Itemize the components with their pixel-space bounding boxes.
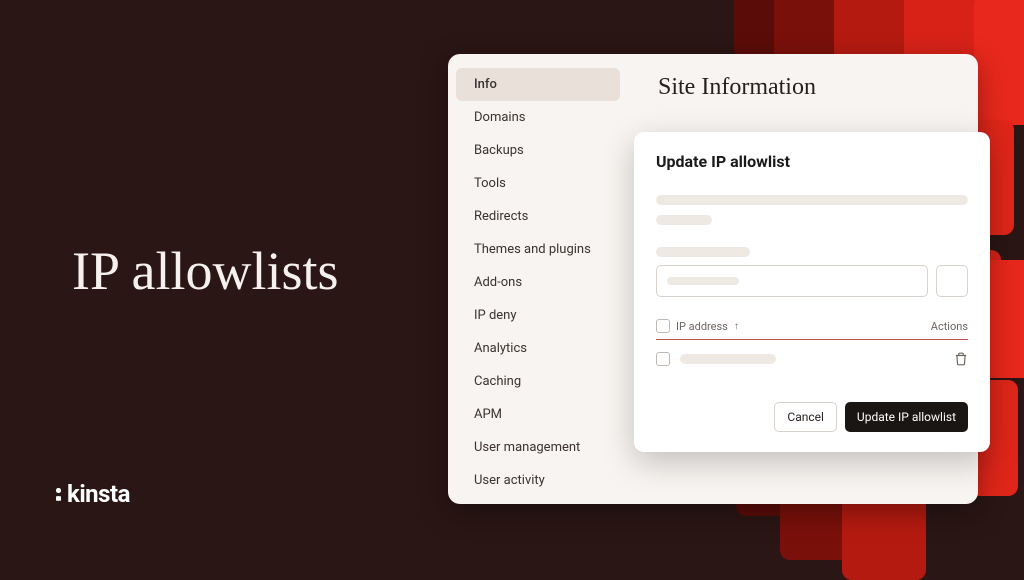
sidebar-item-ip-deny[interactable]: IP deny: [456, 299, 620, 332]
cancel-button[interactable]: Cancel: [774, 402, 837, 432]
sidebar-item-user-activity[interactable]: User activity: [456, 464, 620, 497]
sidebar-item-themes-plugins[interactable]: Themes and plugins: [456, 233, 620, 266]
table-header: IP address ↑ Actions: [656, 313, 968, 340]
sidebar-item-apm[interactable]: APM: [456, 398, 620, 431]
skeleton-line: [656, 195, 968, 205]
sidebar-item-add-ons[interactable]: Add-ons: [456, 266, 620, 299]
skeleton-label: [656, 247, 750, 257]
column-actions-header: Actions: [918, 320, 968, 333]
page-headline: IP allowlists: [72, 240, 339, 302]
sort-ascending-icon[interactable]: ↑: [734, 321, 739, 332]
table-row: [656, 340, 968, 378]
add-ip-button[interactable]: [936, 265, 968, 297]
select-all-checkbox[interactable]: [656, 319, 670, 333]
sidebar: Info Domains Backups Tools Redirects The…: [448, 54, 628, 504]
skeleton-placeholder: [667, 277, 739, 285]
sidebar-item-domains[interactable]: Domains: [456, 101, 620, 134]
page-title: Site Information: [658, 74, 816, 101]
column-ip-header[interactable]: IP address: [676, 320, 728, 333]
update-ip-allowlist-button[interactable]: Update IP allowlist: [845, 402, 968, 432]
sidebar-item-caching[interactable]: Caching: [456, 365, 620, 398]
sidebar-item-backups[interactable]: Backups: [456, 134, 620, 167]
sidebar-item-tools[interactable]: Tools: [456, 167, 620, 200]
delete-icon[interactable]: [954, 352, 968, 366]
sidebar-item-analytics[interactable]: Analytics: [456, 332, 620, 365]
skeleton-ip-value: [680, 354, 776, 364]
sidebar-item-redirects[interactable]: Redirects: [456, 200, 620, 233]
sidebar-item-user-management[interactable]: User management: [456, 431, 620, 464]
update-ip-allowlist-modal: Update IP allowlist IP address ↑ Actions…: [634, 132, 990, 452]
modal-title: Update IP allowlist: [656, 152, 968, 171]
sidebar-item-info[interactable]: Info: [456, 68, 620, 101]
ip-address-input[interactable]: [656, 265, 928, 297]
brand-logo: kinsta: [56, 480, 130, 508]
row-checkbox[interactable]: [656, 352, 670, 366]
skeleton-line: [656, 215, 712, 225]
